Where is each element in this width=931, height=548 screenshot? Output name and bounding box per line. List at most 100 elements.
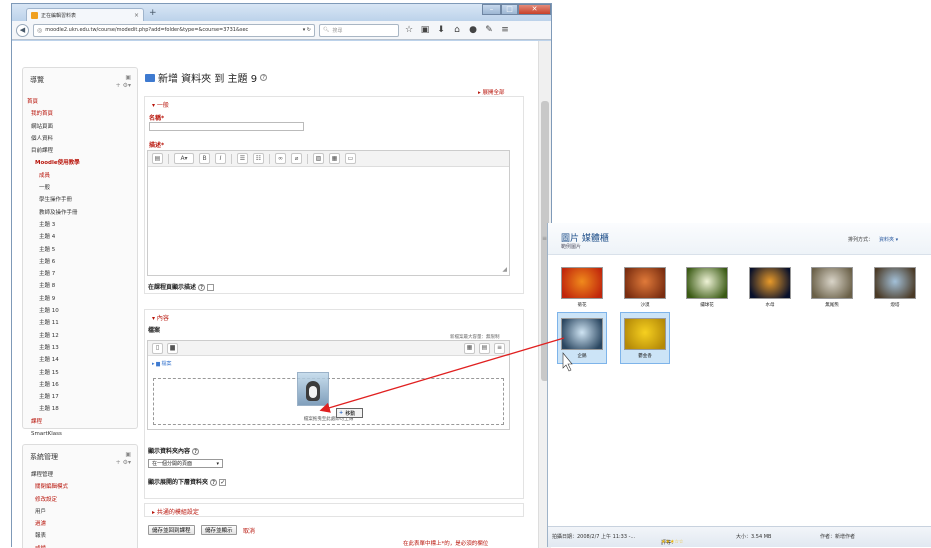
nav-tree-item[interactable]: 主題 14 bbox=[27, 354, 80, 366]
help-icon[interactable]: ? bbox=[192, 448, 200, 455]
list-view-icon[interactable]: ▤ bbox=[479, 342, 490, 354]
download-icon[interactable]: ⬇ bbox=[435, 25, 447, 35]
tab-close-icon[interactable]: × bbox=[134, 12, 139, 19]
nav-tree-item[interactable]: SmartKlass bbox=[27, 428, 80, 440]
nav-tree-item[interactable]: 主題 3 bbox=[27, 219, 80, 231]
photo-thumbnail[interactable]: 鬱金香 bbox=[620, 312, 670, 364]
nav-tree-item[interactable]: 主題 13 bbox=[27, 342, 80, 354]
nav-tree-item[interactable]: 主題 8 bbox=[27, 280, 80, 292]
admin-tree-item[interactable]: 過濾 bbox=[27, 518, 68, 530]
image-icon[interactable]: ▨ bbox=[313, 153, 324, 164]
nav-tree-item[interactable]: 主題 16 bbox=[27, 379, 80, 391]
common-settings-section[interactable]: ▸ 共通的模組設定 bbox=[144, 503, 524, 517]
common-settings-legend[interactable]: ▸ 共通的模組設定 bbox=[152, 507, 199, 516]
nav-tree-item[interactable]: 主題 10 bbox=[27, 305, 80, 317]
photo-thumbnail[interactable]: 無尾熊 bbox=[807, 262, 857, 314]
tab-active[interactable]: 正在編輯習料表 × bbox=[26, 8, 144, 21]
add-file-icon[interactable]: ▯ bbox=[152, 342, 163, 354]
common-settings-text[interactable]: 共通的模組設定 bbox=[157, 509, 199, 516]
resize-grip-icon[interactable]: ◢ bbox=[502, 266, 507, 273]
star-icon[interactable]: ☆ bbox=[403, 25, 415, 35]
help-icon[interactable]: ? bbox=[260, 74, 268, 81]
general-legend[interactable]: ▾ 一般 bbox=[152, 100, 169, 109]
folder-path[interactable]: ▸ ▆ 檔案 bbox=[152, 360, 172, 367]
nav-tree-item[interactable]: 首頁 bbox=[27, 96, 80, 108]
media-icon[interactable]: ▦ bbox=[329, 153, 340, 164]
show-description-checkbox[interactable] bbox=[207, 284, 215, 291]
nav-tree-item[interactable]: 主題 17 bbox=[27, 391, 80, 403]
address-bar[interactable]: ◎ moodle2.ukn.edu.tw/course/modedit.php?… bbox=[33, 23, 315, 37]
paragraph-style-icon[interactable]: A▾ bbox=[174, 153, 194, 164]
nav-tree-item[interactable]: Moodle使用教學 bbox=[27, 157, 80, 169]
photo-thumbnail[interactable]: 燈塔 bbox=[870, 262, 920, 314]
nav-tree-item[interactable]: 課程 bbox=[27, 416, 80, 428]
nav-tree-item[interactable]: 主題 4 bbox=[27, 231, 80, 243]
nav-tree-item[interactable]: 我的首頁 bbox=[27, 108, 80, 120]
show-subfolders-checkbox[interactable]: ✓ bbox=[219, 479, 227, 486]
block-controls[interactable]: ▣ + ⚙▾ bbox=[116, 451, 131, 467]
create-folder-icon[interactable]: ▆ bbox=[167, 342, 178, 354]
toolbar-toggle-icon[interactable]: ▤ bbox=[152, 153, 163, 164]
tree-view-icon[interactable]: ≡ bbox=[494, 342, 505, 354]
icon-view-icon[interactable]: ▦ bbox=[464, 342, 475, 354]
nav-tree-item[interactable]: 主題 18 bbox=[27, 403, 80, 415]
save-display-button[interactable]: 儲存並顯示 bbox=[201, 525, 237, 535]
admin-tree-item[interactable]: 報表 bbox=[27, 530, 68, 542]
content-legend-text[interactable]: 內容 bbox=[157, 315, 169, 322]
splitter-handle[interactable]: ≡ bbox=[542, 235, 547, 242]
nav-tree-item[interactable]: 主題 6 bbox=[27, 256, 80, 268]
nav-tree-item[interactable]: 主題 11 bbox=[27, 317, 80, 329]
back-button[interactable]: ◀ bbox=[16, 23, 29, 37]
nav-tree-item[interactable]: 主題 5 bbox=[27, 244, 80, 256]
file-icon[interactable]: ▭ bbox=[345, 153, 356, 164]
content-legend[interactable]: ▾ 內容 bbox=[152, 313, 169, 322]
maximize-button[interactable]: □ bbox=[501, 4, 518, 15]
admin-tree-item[interactable]: 關閉編輯模式 bbox=[27, 481, 68, 493]
rating-stars-icon[interactable]: ★★★☆☆ bbox=[661, 539, 683, 545]
nav-tree-item[interactable]: 目前課程 bbox=[27, 145, 80, 157]
new-tab-button[interactable]: + bbox=[149, 9, 157, 18]
nav-tree-item[interactable]: 成員 bbox=[27, 170, 80, 182]
admin-tree-item[interactable]: 用戶 bbox=[27, 506, 68, 518]
photo-thumbnail[interactable]: 企鵝 bbox=[557, 312, 607, 364]
photo-thumbnail[interactable]: 繡球花 bbox=[682, 262, 732, 314]
nav-tree-item[interactable]: 主題 7 bbox=[27, 268, 80, 280]
admin-tree-item[interactable]: 修改設定 bbox=[27, 494, 68, 506]
arrange-by-value[interactable]: 資料夾 ▾ bbox=[879, 236, 898, 243]
nav-tree-item[interactable]: 主題 9 bbox=[27, 293, 80, 305]
help-icon[interactable]: ? bbox=[198, 284, 206, 291]
block-controls[interactable]: ▣ + ⚙▾ bbox=[116, 74, 131, 90]
extension-icon[interactable]: ✎ bbox=[483, 25, 495, 35]
nav-tree-item[interactable]: 學生操作手冊 bbox=[27, 194, 80, 206]
italic-icon[interactable]: I bbox=[215, 153, 226, 164]
arrange-by[interactable]: 排列方式： 資料夾 ▾ bbox=[848, 236, 898, 243]
bold-icon[interactable]: B bbox=[199, 153, 210, 164]
nav-tree-item[interactable]: 一般 bbox=[27, 182, 80, 194]
help-icon[interactable]: ? bbox=[210, 479, 218, 486]
unlink-icon[interactable]: ⌀ bbox=[291, 153, 302, 164]
save-return-button[interactable]: 儲存並回到課程 bbox=[148, 525, 195, 535]
search-input[interactable]: 🔍︎ 搜尋 bbox=[319, 23, 399, 37]
sync-icon[interactable]: ● bbox=[467, 25, 479, 35]
nav-tree-item[interactable]: 個人資料 bbox=[27, 133, 80, 145]
photo-thumbnail[interactable]: 菊花 bbox=[557, 262, 607, 314]
link-icon[interactable]: ∞ bbox=[275, 153, 286, 164]
description-editor[interactable]: ▤ A▾ B I ☰ ☷ ∞ ⌀ ▨ ▦ ▭ ◢ bbox=[147, 150, 510, 276]
display-contents-select[interactable]: 在一個分開的頁面 ▾ bbox=[148, 459, 223, 468]
general-legend-text[interactable]: 一般 bbox=[157, 102, 169, 109]
admin-tree-item[interactable]: 課程管理 bbox=[27, 469, 68, 481]
nav-tree-item[interactable]: 主題 12 bbox=[27, 330, 80, 342]
clipboard-icon[interactable]: ▣ bbox=[419, 25, 431, 35]
cancel-button[interactable]: 取消 bbox=[243, 526, 255, 535]
bullet-list-icon[interactable]: ☰ bbox=[237, 153, 248, 164]
reload-icon[interactable]: ▾ ↻ bbox=[303, 27, 311, 33]
admin-tree-item[interactable]: 成績 bbox=[27, 543, 68, 548]
nav-tree-item[interactable]: 主題 15 bbox=[27, 367, 80, 379]
photo-thumbnail[interactable]: 水母 bbox=[745, 262, 795, 314]
name-input[interactable] bbox=[149, 122, 304, 131]
expand-all-link[interactable]: ▸ 展開全部 bbox=[478, 88, 505, 96]
close-window-button[interactable]: ✕ bbox=[518, 4, 551, 15]
menu-icon[interactable]: ≡ bbox=[499, 25, 511, 35]
nav-tree-item[interactable]: 網站頁面 bbox=[27, 121, 80, 133]
nav-tree-item[interactable]: 教師及操作手冊 bbox=[27, 207, 80, 219]
